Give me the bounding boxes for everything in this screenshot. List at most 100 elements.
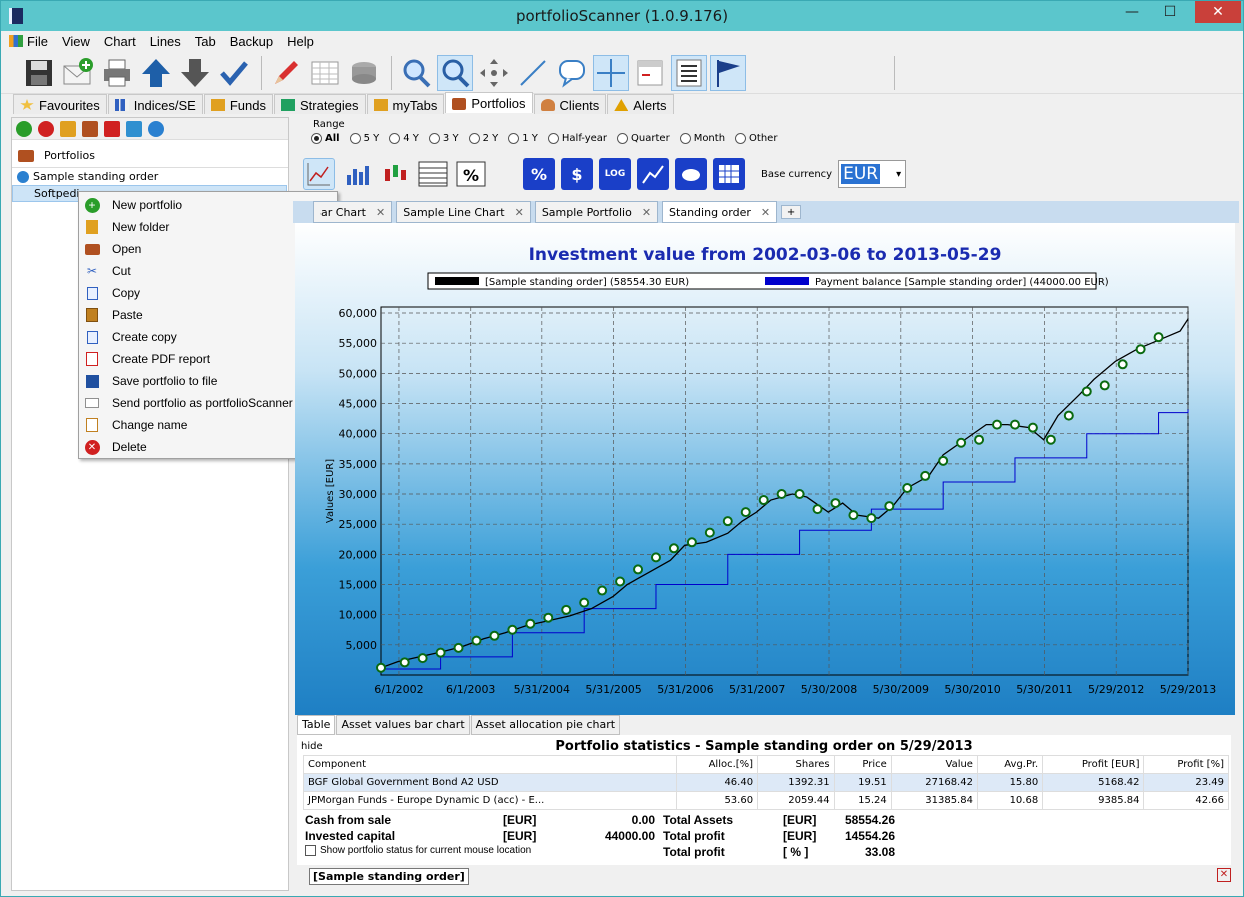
- mail-add-icon[interactable]: [60, 55, 96, 91]
- range-option[interactable]: 3 Y: [428, 133, 459, 144]
- tab-table[interactable]: Table: [297, 715, 336, 735]
- maximize-button[interactable]: ☐: [1155, 1, 1185, 23]
- pan-icon[interactable]: [476, 55, 512, 91]
- portfolio-status-button[interactable]: [Sample standing order]: [309, 868, 469, 885]
- range-option[interactable]: All: [311, 133, 340, 144]
- column-header[interactable]: Profit [%]: [1143, 755, 1229, 774]
- flag-icon[interactable]: [710, 54, 746, 91]
- range-option[interactable]: 4 Y: [389, 133, 419, 144]
- percent-table-icon[interactable]: %: [455, 158, 487, 190]
- tree-item-sample-standing-order[interactable]: Sample standing order: [12, 168, 288, 185]
- arrow-down-icon[interactable]: [177, 55, 213, 91]
- spreadsheet-icon[interactable]: [307, 55, 343, 91]
- check-icon[interactable]: [216, 55, 252, 91]
- close-panel-icon[interactable]: ✕: [1217, 868, 1231, 882]
- range-option[interactable]: 1 Y: [508, 133, 538, 144]
- refresh-icon[interactable]: [148, 120, 164, 137]
- piggy-bank-icon[interactable]: [675, 158, 707, 190]
- pdf-icon[interactable]: [104, 120, 120, 137]
- wallet-icon[interactable]: [82, 120, 98, 137]
- calendar-icon[interactable]: [632, 55, 668, 91]
- money-bag-icon[interactable]: $: [561, 158, 593, 190]
- calendar-grid-icon[interactable]: [713, 158, 745, 190]
- tab-alerts[interactable]: Alerts: [607, 94, 674, 114]
- folder-icon[interactable]: [60, 120, 76, 137]
- column-header[interactable]: Alloc.[%]: [675, 755, 759, 774]
- tab-mytabs[interactable]: myTabs: [366, 94, 445, 114]
- menu-tab[interactable]: Tab: [195, 34, 216, 49]
- pencil-icon[interactable]: [268, 55, 304, 91]
- range-option[interactable]: Month: [679, 133, 725, 144]
- radio-button[interactable]: [508, 133, 520, 144]
- menu-chart[interactable]: Chart: [104, 34, 136, 49]
- zoom-icon[interactable]: [437, 54, 473, 91]
- tab-asset-allocation-pie-chart[interactable]: Asset allocation pie chart: [470, 715, 621, 735]
- menu-lines[interactable]: Lines: [150, 34, 181, 49]
- range-option[interactable]: 2 Y: [468, 133, 498, 144]
- minimize-button[interactable]: —: [1117, 1, 1147, 23]
- database-icon[interactable]: [346, 55, 382, 91]
- checkbox[interactable]: [305, 845, 316, 856]
- range-option[interactable]: Other: [735, 133, 777, 144]
- column-header[interactable]: Price: [833, 755, 892, 774]
- menu-backup[interactable]: Backup: [230, 34, 273, 49]
- table-row[interactable]: BGF Global Government Bond A2 USD 46.40 13…: [303, 773, 1229, 792]
- menu-help[interactable]: Help: [287, 34, 314, 49]
- radio-button[interactable]: [547, 133, 559, 144]
- range-option[interactable]: Half-year: [547, 133, 607, 144]
- candlestick-icon[interactable]: [379, 158, 411, 190]
- column-header[interactable]: Component: [303, 755, 677, 774]
- base-currency-select[interactable]: EUR ▾: [838, 160, 907, 188]
- bar-chart-icon[interactable]: [341, 158, 373, 190]
- arrow-up-icon[interactable]: [138, 55, 174, 91]
- radio-button[interactable]: [679, 133, 691, 144]
- tab-sample-portfolio[interactable]: Sample Portfolio ✕: [534, 201, 659, 223]
- tab-standing-order[interactable]: Standing order ✕: [662, 201, 778, 223]
- column-header[interactable]: Avg.Pr.: [976, 755, 1044, 774]
- trend-icon[interactable]: [637, 158, 669, 190]
- range-option[interactable]: Quarter: [617, 133, 670, 144]
- table-view-icon[interactable]: [417, 158, 449, 190]
- add-icon[interactable]: [16, 120, 32, 137]
- tab-indices[interactable]: Indices/SE: [107, 94, 203, 114]
- close-tab-icon[interactable]: ✕: [376, 206, 385, 219]
- table-row[interactable]: JPMorgan Funds - Europe Dynamic D (acc) …: [303, 791, 1229, 810]
- column-header[interactable]: Profit [EUR]: [1042, 755, 1145, 774]
- log-scale-icon[interactable]: LOG: [599, 158, 631, 190]
- close-tab-icon[interactable]: ✕: [761, 206, 770, 219]
- tab-sample-line-chart[interactable]: Sample Line Chart ✕: [396, 201, 531, 223]
- list-icon[interactable]: [671, 54, 707, 91]
- tab-clients[interactable]: Clients: [533, 94, 607, 114]
- column-header[interactable]: Shares: [757, 755, 835, 774]
- tab-strategies[interactable]: Strategies: [274, 94, 366, 114]
- radio-button[interactable]: [349, 133, 361, 144]
- tab-asset-values-bar-chart[interactable]: Asset values bar chart: [336, 715, 470, 735]
- radio-button[interactable]: [389, 133, 401, 144]
- crosshair-icon[interactable]: [593, 54, 629, 91]
- transfer-icon[interactable]: [126, 120, 142, 137]
- range-option[interactable]: 5 Y: [349, 133, 379, 144]
- radio-button[interactable]: [735, 133, 747, 144]
- tab-funds[interactable]: Funds: [203, 94, 273, 114]
- print-icon[interactable]: [99, 55, 135, 91]
- tab-favourites[interactable]: Favourites: [13, 94, 107, 114]
- tab-sample-bar-chart[interactable]: Sample Bar Chart ✕: [313, 201, 393, 223]
- tab-portfolios[interactable]: Portfolios: [445, 92, 533, 113]
- close-tab-icon[interactable]: ✕: [515, 206, 524, 219]
- close-tab-icon[interactable]: ✕: [642, 206, 651, 219]
- delete-icon[interactable]: [38, 120, 54, 137]
- column-header[interactable]: Value: [890, 755, 978, 774]
- menu-view[interactable]: View: [62, 34, 90, 49]
- add-tab-button[interactable]: +: [781, 205, 802, 219]
- save-icon[interactable]: [21, 55, 57, 91]
- line-chart-icon[interactable]: [303, 158, 335, 190]
- radio-button[interactable]: [311, 133, 322, 144]
- mouse-status-checkbox-row[interactable]: Show portfolio status for current mouse …: [305, 845, 531, 856]
- magnifier-icon[interactable]: [398, 55, 434, 91]
- comment-icon[interactable]: [554, 55, 590, 91]
- percent-icon[interactable]: %: [523, 158, 555, 190]
- radio-button[interactable]: [428, 133, 440, 144]
- radio-button[interactable]: [617, 133, 629, 144]
- menu-file[interactable]: File: [27, 34, 48, 49]
- close-button[interactable]: ✕: [1195, 1, 1241, 23]
